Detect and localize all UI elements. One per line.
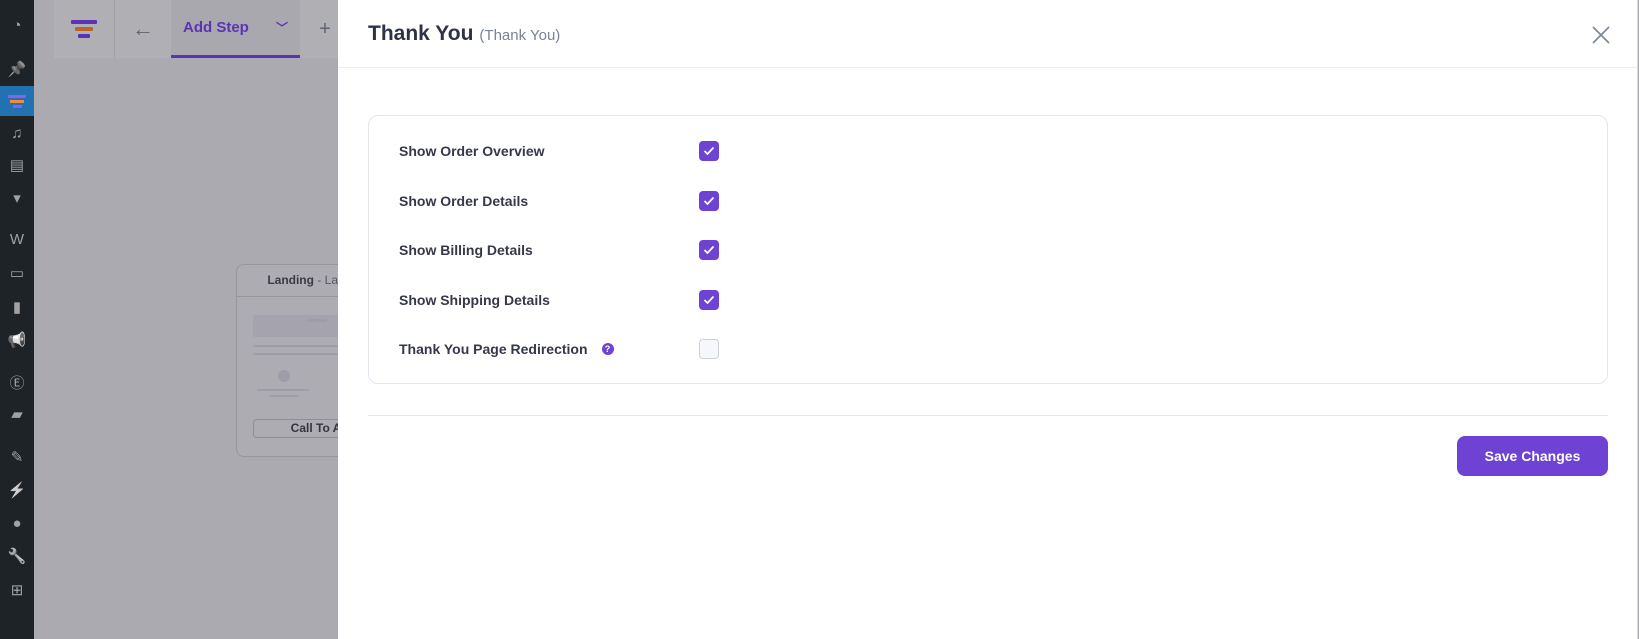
setting-label-text: Show Order Details [399,192,529,209]
folder-icon[interactable]: ▰ [0,399,34,429]
scrollbar[interactable] [1637,0,1638,639]
settings-icon[interactable]: ⊞ [0,575,34,605]
users-icon[interactable]: ● [0,508,34,538]
help-icon[interactable]: ? [601,343,614,355]
tools-icon[interactable]: 🔧 [0,541,34,571]
setting-checkbox[interactable] [699,339,719,359]
setting-label-text: Show Billing Details [399,242,533,258]
setting-label-text: Show Shipping Details [399,291,550,308]
card-title-text: Landing [267,273,314,287]
setting-checkbox[interactable] [699,289,719,310]
appearance-icon[interactable]: ✎ [0,442,34,472]
setting-label: Show Order Overview [399,143,699,159]
funnel-icon[interactable] [0,86,34,116]
setting-label-text: Show Order Overview [399,143,545,159]
save-changes-button[interactable]: Save Changes [1457,436,1608,476]
divider [368,415,1608,416]
pages-icon[interactable]: ▤ [0,150,34,180]
check-icon [703,245,715,255]
check-icon [703,295,715,304]
marketing-icon[interactable]: 📢 [0,325,34,355]
setting-checkbox[interactable] [699,141,719,161]
setting-checkbox[interactable] [699,190,719,211]
wp-admin-sidebar: ◔ 📌 ♫ ▤ ▾ W ▭ ▮ 📢 Ⓔ ▰ ✎ ⚡ ● 🔧 ⊞ [0,0,34,639]
pin-icon[interactable]: 📌 [0,54,34,84]
modal-title: Thank You [368,21,474,45]
setting-row: Show Shipping Details [399,289,719,310]
settings-card: Show Order Overview Show Order Details Sho… [368,115,1608,384]
setting-label: Show Shipping Details [399,292,699,308]
woo-icon[interactable]: W [0,224,34,254]
products-icon[interactable]: ▭ [0,258,34,288]
plugins-icon[interactable]: ⚡ [0,475,34,505]
elementor-icon[interactable]: Ⓔ [0,367,34,397]
setting-row: Show Order Overview [399,141,719,161]
media-icon[interactable]: ♫ [0,118,34,148]
add-step-label: Add Step [183,19,249,36]
setting-label: Show Billing Details [399,242,699,258]
check-icon [703,146,715,156]
chevron-down-icon: ﹀ [275,21,288,35]
funnel-logo[interactable] [54,0,115,58]
dashboard-icon[interactable]: ◔ [0,10,34,40]
modal-header: Thank You (Thank You) [338,0,1638,68]
back-arrow-icon[interactable]: ← [115,0,171,58]
check-icon [703,196,715,205]
add-step-tab[interactable]: Add Step ﹀ [171,0,300,58]
setting-checkbox[interactable] [699,240,719,260]
comments-icon[interactable]: ▾ [0,183,34,213]
step-settings-modal: Thank You (Thank You) Show Order Overvie… [338,0,1638,639]
close-icon[interactable] [1590,24,1612,46]
setting-row: Show Order Details [399,190,719,211]
setting-row: Thank You Page Redirection? [399,339,719,359]
modal-subtitle: (Thank You) [479,27,561,44]
setting-label-text: Thank You Page Redirection [399,341,588,357]
analytics-icon[interactable]: ▮ [0,292,34,322]
setting-label: Thank You Page Redirection? [399,341,699,357]
setting-label: Show Order Details [399,193,699,209]
setting-row: Show Billing Details [399,240,719,260]
